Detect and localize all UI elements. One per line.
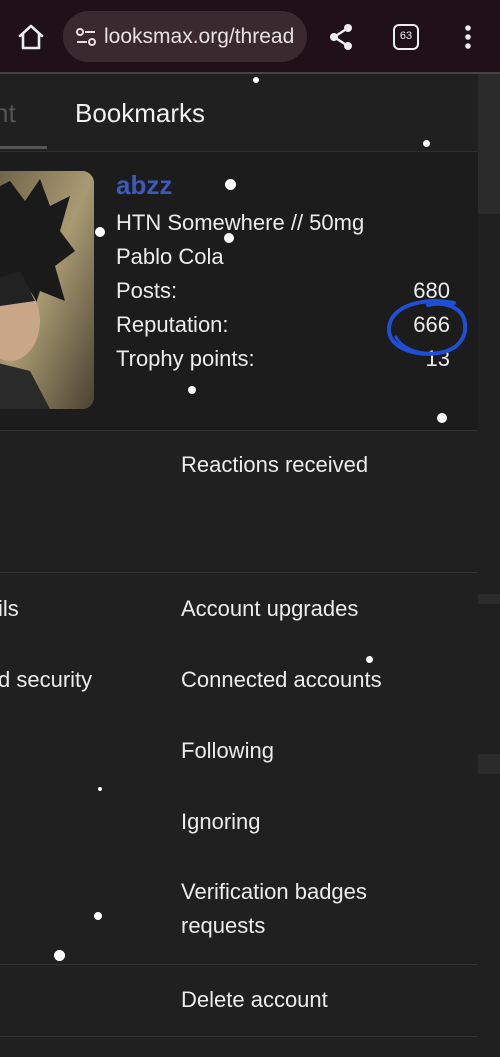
site-settings-icon[interactable] xyxy=(75,26,97,48)
tab-switcher-button[interactable]: 63 xyxy=(393,24,419,50)
stat-trophy-label: Trophy points: xyxy=(116,346,255,371)
snow-dot xyxy=(225,179,236,190)
snow-dot xyxy=(423,140,430,147)
snow-dot xyxy=(253,77,259,83)
menu-connected-accounts[interactable]: Connected accounts xyxy=(181,667,382,693)
snow-dot xyxy=(366,656,373,663)
url-text: looksmax.org/thread xyxy=(104,25,295,48)
page-edge xyxy=(478,74,500,1057)
avatar[interactable] xyxy=(0,171,94,409)
home-icon[interactable] xyxy=(16,22,46,52)
menu-ignoring[interactable]: Ignoring xyxy=(181,809,261,835)
tab-active-indicator xyxy=(0,146,47,149)
divider xyxy=(0,572,478,573)
divider xyxy=(0,430,478,431)
divider xyxy=(0,1036,478,1037)
menu-reactions-received[interactable]: Reactions received xyxy=(181,452,368,478)
menu-tabs: nt Bookmarks xyxy=(0,74,478,152)
browser-toolbar: looksmax.org/thread 63 xyxy=(0,0,500,73)
tab-account[interactable]: nt xyxy=(0,98,16,129)
menu-account-upgrades[interactable]: Account upgrades xyxy=(181,596,358,622)
more-options-icon[interactable] xyxy=(458,22,478,52)
snow-dot xyxy=(437,413,447,423)
snow-dot xyxy=(94,912,102,920)
divider xyxy=(0,964,478,965)
stat-reputation-label: Reputation: xyxy=(116,312,229,337)
profile-card: abzz HTN Somewhere // 50mg Pablo Cola Po… xyxy=(0,152,478,430)
stat-posts-label: Posts: xyxy=(116,278,178,303)
annotation-circle xyxy=(386,299,468,356)
menu-delete-account[interactable]: Delete account xyxy=(181,987,328,1013)
tab-bookmarks[interactable]: Bookmarks xyxy=(75,98,205,129)
snow-dot xyxy=(224,233,234,243)
profile-username[interactable]: abzz xyxy=(116,170,172,201)
address-bar[interactable]: looksmax.org/thread xyxy=(63,11,307,62)
snow-dot xyxy=(54,950,65,961)
menu-password-security[interactable]: d security xyxy=(0,667,92,693)
snow-dot xyxy=(98,787,102,791)
snow-dot xyxy=(188,386,196,394)
menu-account-details[interactable]: ils xyxy=(0,596,19,622)
profile-custom-title: HTN Somewhere // 50mg xyxy=(116,210,365,235)
profile-subtitle: Pablo Cola xyxy=(116,244,224,269)
snow-dot xyxy=(95,227,105,237)
menu-following[interactable]: Following xyxy=(181,738,274,764)
account-menu-panel: nt Bookmarks abzz HTN Somewhere // 50mg … xyxy=(0,74,478,1057)
menu-verification-badges[interactable]: Verification badges requests xyxy=(181,875,451,943)
share-icon[interactable] xyxy=(326,22,356,52)
